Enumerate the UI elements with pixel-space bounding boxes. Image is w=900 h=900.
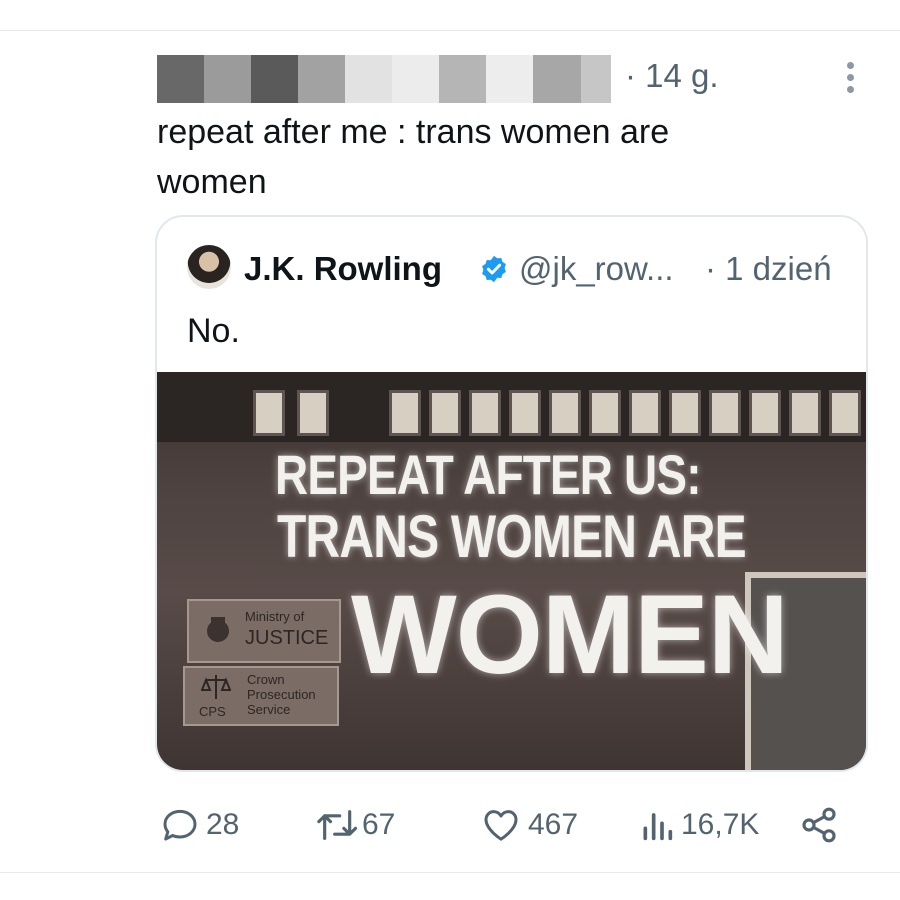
quoted-author-name[interactable]: J.K. Rowling — [244, 247, 442, 291]
repost-icon — [317, 810, 358, 840]
plaque-cps: CPS — [199, 704, 226, 719]
redacted-author-name — [157, 55, 611, 103]
repost-count: 67 — [362, 808, 396, 841]
avatar[interactable] — [187, 245, 231, 289]
reply-count: 28 — [206, 808, 240, 841]
projection-line-1: REPEAT AFTER US: — [275, 443, 702, 506]
plaque-prosecution: Prosecution — [247, 687, 316, 702]
plaque-ministry-of: Ministry of — [245, 609, 305, 624]
tweet-text: repeat after me : trans women are women — [157, 113, 670, 201]
projection-line-3: WOMEN — [351, 572, 789, 697]
views-icon — [643, 813, 673, 841]
views-count: 16,7K — [681, 808, 760, 841]
plaque-crown: Crown — [247, 672, 285, 687]
top-divider — [0, 30, 900, 31]
views-button[interactable]: 16,7K — [639, 795, 759, 855]
plaque-justice: JUSTICE — [245, 627, 329, 649]
share-button[interactable] — [799, 795, 839, 855]
quoted-tweet-card[interactable]: J.K. Rowling @jk_row... · 1 dzień No. RE… — [155, 215, 868, 772]
quoted-timestamp[interactable]: · 1 dzień — [705, 247, 832, 291]
reply-icon — [163, 809, 197, 841]
reply-button[interactable]: 28 — [160, 795, 239, 855]
quoted-author-handle[interactable]: @jk_row... — [519, 247, 674, 291]
repost-button[interactable]: 67 — [314, 795, 395, 855]
share-icon — [802, 807, 836, 843]
quoted-tweet-image[interactable]: REPEAT AFTER US: TRANS WOMEN ARE WOMEN M… — [157, 372, 866, 770]
tweet-action-bar: 28 67 467 16,7K — [157, 795, 847, 855]
scales-icon — [201, 675, 231, 699]
tweet-timestamp[interactable]: · 14 g. — [625, 56, 719, 96]
like-icon — [484, 810, 518, 841]
ministry-plaque: Ministry of JUSTICE — [187, 599, 341, 663]
plaque-service: Service — [247, 702, 291, 717]
bottom-divider — [0, 872, 900, 873]
verified-badge-icon — [482, 255, 506, 283]
projection-line-2: TRANS WOMEN ARE — [277, 503, 747, 570]
like-button[interactable]: 467 — [480, 795, 578, 855]
quoted-tweet-text: No. — [187, 312, 240, 350]
more-dots-icon[interactable] — [838, 60, 862, 96]
royal-crest-icon — [207, 617, 229, 642]
cps-plaque: Crown Prosecution Service CPS — [183, 666, 339, 726]
like-count: 467 — [528, 808, 579, 841]
